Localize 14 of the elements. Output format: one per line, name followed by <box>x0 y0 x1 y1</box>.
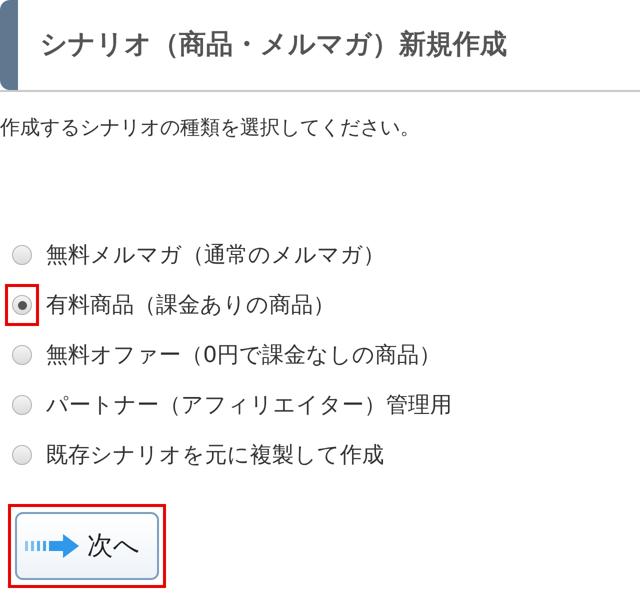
radio-button[interactable] <box>12 395 32 415</box>
option-label: 有料商品（課金ありの商品） <box>46 292 335 320</box>
radio-button[interactable] <box>12 445 32 465</box>
instruction-text: 作成するシナリオの種類を選択してください。 <box>0 114 421 141</box>
option-label: 既存シナリオを元に複製して作成 <box>46 442 384 470</box>
radio-button[interactable] <box>12 245 32 265</box>
radio-button[interactable] <box>12 295 32 315</box>
page-title: シナリオ（商品・メルマガ）新規作成 <box>40 28 507 62</box>
option-label: パートナー（アフィリエイター）管理用 <box>46 392 452 420</box>
arrow-icon <box>23 532 81 560</box>
option-label: 無料メルマガ（通常のメルマガ） <box>46 242 385 270</box>
next-button[interactable]: 次へ <box>15 512 159 580</box>
radio-button[interactable] <box>12 345 32 365</box>
option-label: 無料オファー（0円で課金なしの商品） <box>46 342 441 370</box>
